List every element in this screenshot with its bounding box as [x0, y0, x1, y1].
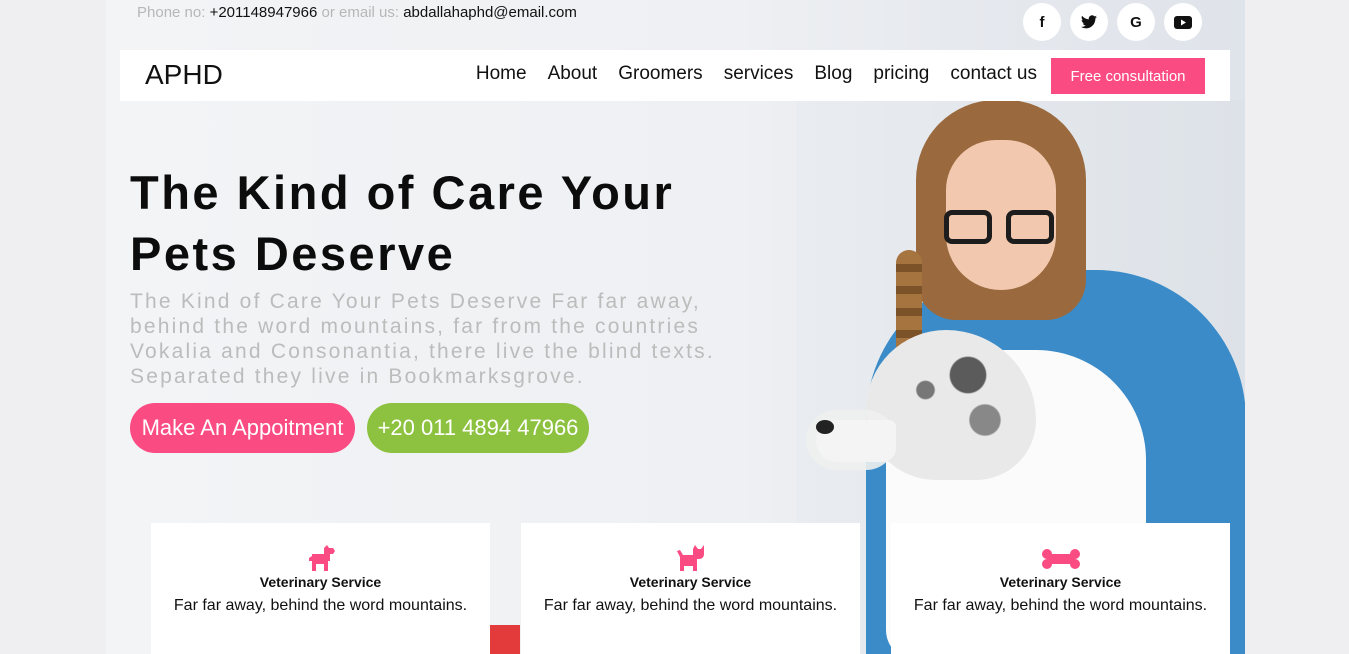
google-icon[interactable]: G	[1117, 3, 1155, 41]
hero-title: The Kind of Care Your Pets Deserve	[130, 166, 675, 280]
service-card-text: Far far away, behind the word mountains.	[173, 597, 468, 614]
navbar: APHD Home About Groomers services Blog p…	[120, 50, 1230, 101]
phone-label: Phone no:	[137, 4, 206, 21]
service-cards: Veterinary Service Far far away, behind …	[151, 523, 1230, 654]
main-menu: Home About Groomers services Blog pricin…	[476, 63, 1037, 85]
twitter-icon[interactable]	[1070, 3, 1108, 41]
youtube-icon[interactable]	[1164, 3, 1202, 41]
page: Phone no: +201148947966 or email us: abd…	[106, 0, 1245, 654]
email-label: or email us:	[321, 4, 400, 21]
bone-icon	[891, 543, 1230, 575]
nav-home[interactable]: Home	[476, 63, 527, 85]
email-address[interactable]: abdallahaphd@email.com	[403, 4, 577, 21]
phone-number[interactable]: +201148947966	[210, 4, 318, 21]
service-card-text: Far far away, behind the word mountains.	[913, 597, 1208, 614]
service-card-text: Far far away, behind the word mountains.	[543, 597, 838, 614]
free-consultation-button[interactable]: Free consultation	[1051, 58, 1205, 94]
nav-groomers[interactable]: Groomers	[618, 63, 702, 85]
service-card-title: Veterinary Service	[629, 574, 752, 590]
nav-about[interactable]: About	[548, 63, 598, 85]
service-card[interactable]: Veterinary Service Far far away, behind …	[891, 523, 1230, 654]
dog-icon	[151, 543, 490, 575]
nav-pricing[interactable]: pricing	[873, 63, 929, 85]
service-card[interactable]: Veterinary Service Far far away, behind …	[151, 523, 490, 654]
nav-blog[interactable]: Blog	[814, 63, 852, 85]
call-phone-button[interactable]: +20 011 4894 47966	[367, 403, 589, 453]
service-card-title: Veterinary Service	[999, 574, 1122, 590]
make-appointment-button[interactable]: Make An Appoitment	[130, 403, 355, 453]
service-card[interactable]: Veterinary Service Far far away, behind …	[521, 523, 860, 654]
contact-info: Phone no: +201148947966 or email us: abd…	[137, 4, 577, 21]
nav-contact-us[interactable]: contact us	[950, 63, 1037, 85]
site-logo[interactable]: APHD	[145, 59, 223, 91]
hero-lead-text: The Kind of Care Your Pets Deserve Far f…	[130, 290, 715, 388]
nav-services[interactable]: services	[724, 63, 794, 85]
cat-icon	[521, 543, 860, 575]
facebook-icon[interactable]: f	[1023, 3, 1061, 41]
service-card-title: Veterinary Service	[259, 574, 382, 590]
social-links: f G	[1023, 3, 1202, 41]
